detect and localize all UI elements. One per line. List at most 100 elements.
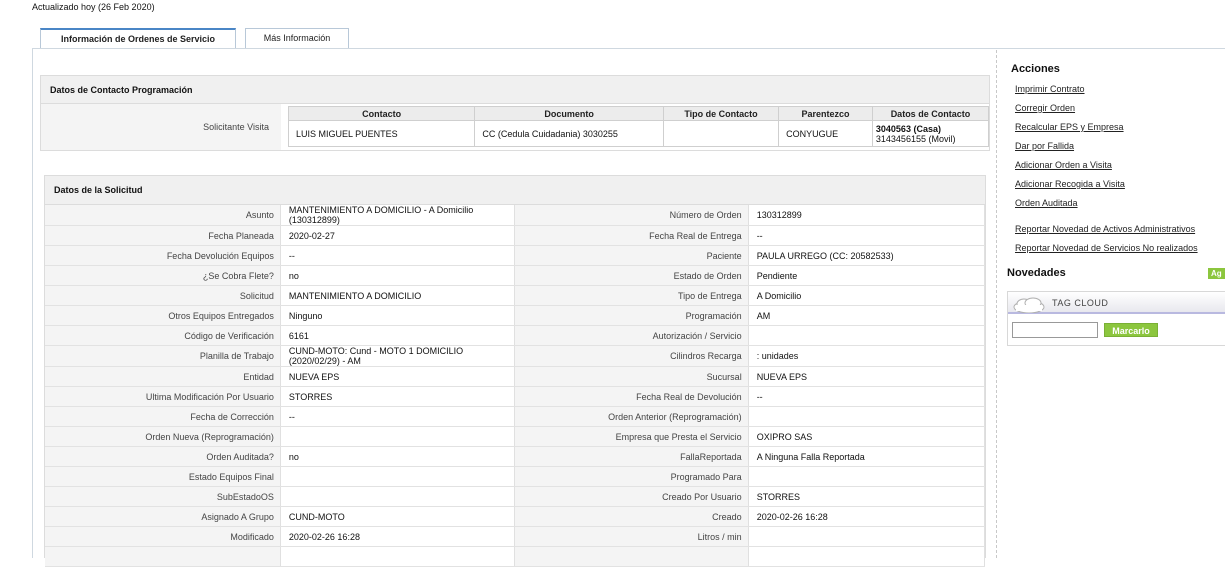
- field-label: Litros / min: [514, 526, 749, 547]
- table-row: Orden Nueva (Reprogramación) Empresa que …: [45, 426, 986, 447]
- field-label: Sucursal: [514, 366, 749, 387]
- action-recalcular-eps[interactable]: Recalcular EPS y Empresa: [1015, 122, 1198, 141]
- field-label: Código de Verificación: [45, 325, 281, 346]
- action-spacer: [1015, 217, 1198, 224]
- table-row: Código de Verificación 6161 Autorización /…: [45, 325, 986, 346]
- tab-mas-informacion[interactable]: Más Información: [245, 28, 349, 49]
- field-value: Pendiente: [747, 265, 986, 286]
- add-badge-button[interactable]: Ag: [1208, 268, 1225, 279]
- field-label: Asignado A Grupo: [45, 506, 281, 527]
- field-label: Autorización / Servicio: [514, 325, 749, 346]
- col-tipo-contacto: Tipo de Contacto: [662, 106, 780, 121]
- field-label: Estado Equipos Final: [45, 466, 281, 487]
- field-value: MANTENIMIENTO A DOMICILIO: [279, 285, 516, 306]
- tag-cloud-widget: TAG CLOUD Marcarlo: [1007, 291, 1225, 346]
- field-value: Ninguno: [279, 305, 516, 326]
- table-row: Fecha Planeada 2020-02-27 Fecha Real de En…: [45, 225, 986, 246]
- field-label: Otros Equipos Entregados: [45, 305, 281, 326]
- field-value: NUEVA EPS: [279, 366, 516, 387]
- table-row: Asunto MANTENIMIENTO A DOMICILIO - A Domi…: [45, 205, 986, 226]
- table-row: Fecha de Corrección -- Orden Anterior (Rep…: [45, 406, 986, 427]
- action-adicionar-recogida[interactable]: Adicionar Recogida a Visita: [1015, 179, 1198, 198]
- col-contacto: Contacto: [287, 106, 476, 121]
- cloud-icon: [1013, 297, 1045, 313]
- field-value: no: [279, 265, 516, 286]
- acciones-title: Acciones: [1011, 63, 1060, 75]
- field-label: Tipo de Entrega: [514, 285, 749, 306]
- field-label: Programación: [514, 305, 749, 326]
- cell-contacto: LUIS MIGUEL PUENTES: [287, 120, 476, 147]
- field-value: 6161: [279, 325, 516, 346]
- field-label: Fecha Real de Devolución: [514, 386, 749, 407]
- field-label: SubEstadoOS: [45, 486, 281, 507]
- tag-input[interactable]: [1012, 322, 1098, 338]
- field-value: 2020-02-26 16:28: [747, 506, 986, 527]
- field-label: [514, 546, 749, 567]
- col-datos-contacto: Datos de Contacto: [871, 106, 990, 121]
- field-label: Creado Por Usuario: [514, 486, 749, 507]
- novedades-title: Novedades: [1007, 267, 1066, 279]
- action-adicionar-orden[interactable]: Adicionar Orden a Visita: [1015, 160, 1198, 179]
- action-orden-auditada[interactable]: Orden Auditada: [1015, 198, 1198, 217]
- action-dar-por-fallida[interactable]: Dar por Fallida: [1015, 141, 1198, 160]
- field-value: NUEVA EPS: [747, 366, 986, 387]
- action-reportar-servicios[interactable]: Reportar Novedad de Servicios No realiza…: [1015, 243, 1198, 262]
- field-label: Asunto: [45, 205, 281, 226]
- table-row: Otros Equipos Entregados Ninguno Programac…: [45, 305, 986, 326]
- field-label: ¿Se Cobra Flete?: [45, 265, 281, 286]
- col-parentezco: Parentezco: [778, 106, 873, 121]
- contact-row-label: Solicitante Visita: [41, 104, 281, 150]
- solicitud-section-title: Datos de la Solicitud: [44, 175, 986, 205]
- solicitud-section: Asunto MANTENIMIENTO A DOMICILIO - A Domi…: [44, 205, 986, 567]
- field-label: Estado de Orden: [514, 265, 749, 286]
- field-value: CUND-MOTO: Cund - MOTO 1 DOMICILIO (2020…: [279, 345, 516, 367]
- field-value: [747, 546, 986, 567]
- field-value: PAULA URREGO (CC: 20582533): [747, 245, 986, 266]
- tab-ordenes-servicio[interactable]: Información de Ordenes de Servicio: [40, 28, 236, 49]
- marcarlo-button[interactable]: Marcarlo: [1104, 323, 1158, 337]
- action-imprimir-contrato[interactable]: Imprimir Contrato: [1015, 84, 1198, 103]
- table-row: [45, 546, 986, 567]
- field-value: [747, 526, 986, 547]
- field-label: Paciente: [514, 245, 749, 266]
- field-value: no: [279, 446, 516, 467]
- field-value: OXIPRO SAS: [747, 426, 986, 447]
- actions-list: Imprimir Contrato Corregir Orden Recalcu…: [1015, 84, 1198, 262]
- field-value: [279, 466, 516, 487]
- table-row: Orden Auditada? no FallaReportada A Ninguna…: [45, 446, 986, 467]
- contact-section-title: Datos de Contacto Programación: [40, 75, 990, 104]
- field-value: --: [747, 225, 986, 246]
- table-row: ¿Se Cobra Flete? no Estado de Orden Pendien…: [45, 265, 986, 286]
- table-row: Planilla de Trabajo CUND-MOTO: Cund - MOT…: [45, 345, 986, 367]
- updated-text: Actualizado hoy (26 Feb 2020): [32, 2, 155, 12]
- field-value: : unidades: [747, 345, 986, 367]
- field-value: [279, 426, 516, 447]
- field-label: Orden Anterior (Reprogramación): [514, 406, 749, 427]
- field-value: 130312899: [747, 205, 986, 226]
- panel-border: [32, 48, 33, 558]
- table-row: Fecha Devolución Equipos -- Paciente PAULA …: [45, 245, 986, 266]
- field-value: MANTENIMIENTO A DOMICILIO - A Domicilio …: [279, 205, 516, 226]
- table-row: Modificado 2020-02-26 16:28 Litros / min: [45, 526, 986, 547]
- field-label: Orden Auditada?: [45, 446, 281, 467]
- table-row: Solicitud MANTENIMIENTO A DOMICILIO Tipo d…: [45, 285, 986, 306]
- field-value: 2020-02-26 16:28: [279, 526, 516, 547]
- field-value: [279, 546, 516, 567]
- action-corregir-orden[interactable]: Corregir Orden: [1015, 103, 1198, 122]
- column-divider: [996, 50, 997, 558]
- field-value: [747, 406, 986, 427]
- table-row: Ultima Modificación Por Usuario STORRES Fe…: [45, 386, 986, 407]
- contact-section: Solicitante Visita Contacto Documento Ti…: [40, 104, 990, 151]
- cell-parentezco: CONYUGUE: [778, 120, 873, 147]
- field-label: FallaReportada: [514, 446, 749, 467]
- action-reportar-activos[interactable]: Reportar Novedad de Activos Administrati…: [1015, 224, 1198, 243]
- field-label: Fecha Planeada: [45, 225, 281, 246]
- field-label: Planilla de Trabajo: [45, 345, 281, 367]
- field-label: Número de Orden: [514, 205, 749, 226]
- field-value: 2020-02-27: [279, 225, 516, 246]
- table-row: Asignado A Grupo CUND-MOTO Creado 2020-02-2…: [45, 506, 986, 527]
- field-value: STORRES: [279, 386, 516, 407]
- field-value: --: [279, 245, 516, 266]
- field-label: Modificado: [45, 526, 281, 547]
- contact-table: Contacto Documento Tipo de Contacto Pare…: [287, 106, 990, 147]
